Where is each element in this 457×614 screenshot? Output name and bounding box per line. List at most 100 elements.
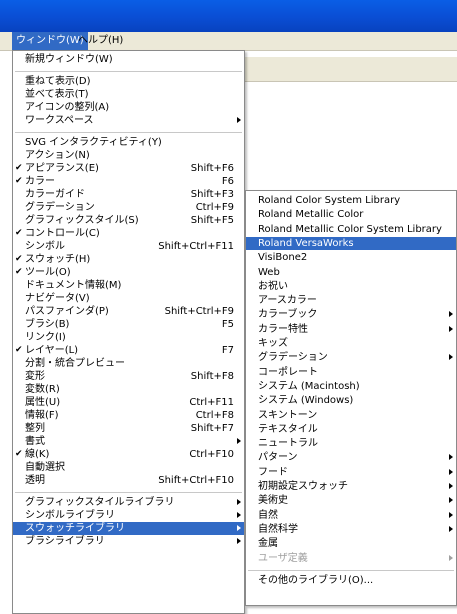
swatch-menu-item-roland-versaworks[interactable]: Roland VersaWorks <box>246 236 456 250</box>
window-menu-item-m[interactable]: ドキュメント情報(M) <box>13 279 244 292</box>
window-menu-item-5[interactable]: ワークスペース <box>13 114 244 127</box>
window-menu-item-b[interactable]: ブラシ(B) F5 <box>13 318 244 331</box>
swatch-menu-item-10[interactable]: キッズ <box>246 337 456 350</box>
menu-item-shortcut: Shift+Ctrl+F10 <box>158 475 234 486</box>
menu-item-shortcut: Ctrl+F9 <box>195 202 234 213</box>
menu-item-label: VisiBone2 <box>258 252 308 264</box>
swatch-menu-item-6[interactable]: お祝い <box>246 280 456 293</box>
swatch-menu-item-16[interactable]: テキスタイル <box>246 423 456 436</box>
swatch-menu-item-11[interactable]: グラデーション <box>246 351 456 364</box>
menu-item-label: カラーガイド <box>25 189 85 200</box>
window-menu-item-n[interactable]: アクション(N) <box>13 149 244 162</box>
swatch-menu-item-9[interactable]: カラー特性 <box>246 323 456 336</box>
menu-item-shortcut: Shift+Ctrl+F9 <box>164 306 234 317</box>
menu-separator <box>248 569 454 571</box>
swatch-menu-item-17[interactable]: ニュートラル <box>246 437 456 450</box>
window-menu-item-p[interactable]: パスファインダ(P) Shift+Ctrl+F9 <box>13 305 244 318</box>
window-menu-item-24[interactable]: 分割・統合プレビュー <box>13 357 244 370</box>
window-menu-item-11[interactable]: カラーガイド Shift+F3 <box>13 188 244 201</box>
menu-item-label: カラー特性 <box>258 323 308 335</box>
menu-item-label: 分割・統合プレビュー <box>25 358 125 369</box>
window-menu-item-33[interactable]: 透明 Shift+Ctrl+F10 <box>13 474 244 487</box>
swatch-menu-item-22[interactable]: 自然 <box>246 509 456 522</box>
menu-item-label: 属性(U) <box>25 397 61 408</box>
menu-help[interactable]: ヘルプ(H) <box>74 32 127 50</box>
swatch-menu-item-web[interactable]: Web <box>246 266 456 279</box>
window-menu-item-i[interactable]: リンク(I) <box>13 331 244 344</box>
window-menu-item-e[interactable]: ✔ アピアランス(E) Shift+F6 <box>13 162 244 175</box>
menu-item-label: ユーザ定義 <box>258 552 308 564</box>
window-menu-item-o[interactable]: ✔ ツール(O) <box>13 266 244 279</box>
swatch-menu-item-21[interactable]: 美術史 <box>246 494 456 507</box>
menu-item-label: レイヤー(L) <box>25 345 79 356</box>
window-menu-item-10[interactable]: ✔ カラー F6 <box>13 175 244 188</box>
window-menu-item-t[interactable]: 並べて表示(T) <box>13 88 244 101</box>
window-menu-item-h[interactable]: ✔ スウォッチ(H) <box>13 253 244 266</box>
window-menu-item-38[interactable]: ブラシライブラリ <box>13 535 244 548</box>
menu-item-label: 初期設定スウォッチ <box>258 481 348 492</box>
window-menu-item-u[interactable]: 属性(U) Ctrl+F11 <box>13 396 244 409</box>
menu-item-label: 変数(R) <box>25 384 60 395</box>
swatch-menu-item-25: ユーザ定義 <box>246 552 456 565</box>
window-menu-item-w[interactable]: 新規ウィンドウ(W) <box>13 53 244 66</box>
window-menu-item-l[interactable]: ✔ レイヤー(L) F7 <box>13 344 244 357</box>
window-menu: 新規ウィンドウ(W) 重ねて表示(D) 並べて表示(T) アイコンの整列(A) ワークス… <box>12 50 245 614</box>
swatch-menu-item-o[interactable]: その他のライブラリ(O)... <box>246 574 456 587</box>
swatch-menu-item-24[interactable]: 金属 <box>246 537 456 550</box>
menu-item-label: グラデーション <box>25 202 95 213</box>
menu-item-label: 整列 <box>25 423 45 434</box>
checkmark-icon: ✔ <box>15 176 23 186</box>
submenu-arrow-icon <box>449 468 453 475</box>
swatch-menu-item-visibone2[interactable]: VisiBone2 <box>246 251 456 264</box>
window-menu-item-c[interactable]: ✔ コントロール(C) <box>13 227 244 240</box>
submenu-arrow-icon <box>449 311 453 318</box>
window-menu-item-f[interactable]: 情報(F) Ctrl+F8 <box>13 409 244 422</box>
menu-item-shortcut: F5 <box>221 319 234 330</box>
menu-item-label: グラフィックスタイル(S) <box>25 215 139 226</box>
menu-item-shortcut: Ctrl+F10 <box>189 449 234 460</box>
window-menu-item-29[interactable]: 整列 Shift+F7 <box>13 422 244 435</box>
window-menu-item-15[interactable]: シンボル Shift+Ctrl+F11 <box>13 240 244 253</box>
swatch-menu-item-20[interactable]: 初期設定スウォッチ <box>246 480 456 493</box>
menu-item-shortcut: Ctrl+F8 <box>195 410 234 421</box>
window-menu-item-k[interactable]: ✔ 線(K) Ctrl+F10 <box>13 448 244 461</box>
swatch-menu-item-18[interactable]: パターン <box>246 451 456 464</box>
window-menu-item-v[interactable]: ナビゲータ(V) <box>13 292 244 305</box>
swatch-menu-item-windows[interactable]: システム (Windows) <box>246 394 456 407</box>
window-menu-item-32[interactable]: 自動選択 <box>13 461 244 474</box>
menu-item-label: 新規ウィンドウ(W) <box>25 54 113 65</box>
menu-item-label: 美術史 <box>258 495 288 507</box>
swatch-menu-item-roland-color-system-library[interactable]: Roland Color System Library <box>246 194 456 207</box>
menu-item-label: コントロール(C) <box>25 228 100 239</box>
swatch-menu-item-7[interactable]: アースカラー <box>246 294 456 307</box>
swatch-menu-item-roland-metallic-color-system-library[interactable]: Roland Metallic Color System Library <box>246 223 456 236</box>
window-menu-item-a[interactable]: アイコンの整列(A) <box>13 101 244 114</box>
swatch-menu-item-macintosh[interactable]: システム (Macintosh) <box>246 380 456 393</box>
menu-item-label: スウォッチ(H) <box>25 254 91 265</box>
swatch-menu-item-8[interactable]: カラーブック <box>246 308 456 321</box>
window-menu-item-d[interactable]: 重ねて表示(D) <box>13 75 244 88</box>
submenu-arrow-icon <box>449 483 453 489</box>
submenu-arrow-icon <box>449 325 453 332</box>
swatch-menu-item-12[interactable]: コーポレート <box>246 366 456 379</box>
window-menu-item-12[interactable]: グラデーション Ctrl+F9 <box>13 201 244 214</box>
window-menu-item-30[interactable]: 書式 <box>13 435 244 448</box>
swatch-menu-item-15[interactable]: スキントーン <box>246 409 456 422</box>
window-menu-item-25[interactable]: 変形 Shift+F8 <box>13 370 244 383</box>
menu-item-label: ツール(O) <box>25 267 71 278</box>
menu-item-label: 情報(F) <box>25 410 59 421</box>
window-menu-item-37[interactable]: スウォッチライブラリ <box>13 522 244 535</box>
menu-item-shortcut: F6 <box>221 176 234 187</box>
menu-item-label: シンボル <box>25 241 65 252</box>
window-menu-item-svg-y[interactable]: SVG インタラクティビティ(Y) <box>13 136 244 149</box>
swatch-menu-item-19[interactable]: フード <box>246 466 456 479</box>
submenu-arrow-icon <box>237 438 241 444</box>
window-menu-item-r[interactable]: 変数(R) <box>13 383 244 396</box>
menu-separator <box>15 131 242 133</box>
window-menu-item-s[interactable]: グラフィックスタイル(S) Shift+F5 <box>13 214 244 227</box>
swatch-menu-item-roland-metallic-color[interactable]: Roland Metallic Color <box>246 208 456 221</box>
window-menu-item-35[interactable]: グラフィックスタイルライブラリ <box>13 496 244 509</box>
window-menu-item-36[interactable]: シンボルライブラリ <box>13 509 244 522</box>
menu-item-label: SVG インタラクティビティ(Y) <box>25 137 162 148</box>
swatch-menu-item-23[interactable]: 自然科学 <box>246 523 456 536</box>
